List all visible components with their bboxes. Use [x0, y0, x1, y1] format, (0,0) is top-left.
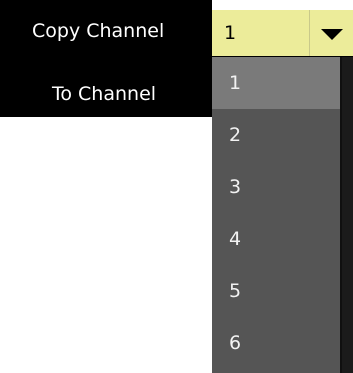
dropdown-option-6[interactable]: 6 — [212, 317, 340, 369]
copy-channel-dropdown-list[interactable]: 1 2 3 4 5 6 — [212, 57, 340, 373]
dropdown-option-3[interactable]: 3 — [212, 161, 340, 213]
triangle-down-icon[interactable] — [310, 10, 353, 56]
dropdown-option-5[interactable]: 5 — [212, 265, 340, 317]
dropdown-option-4[interactable]: 4 — [212, 213, 340, 265]
label-panel: Copy Channel To Channel — [0, 0, 212, 117]
to-channel-label: To Channel — [52, 83, 157, 105]
dropdown-option-1[interactable]: 1 — [212, 57, 340, 109]
dropdown-edge — [340, 57, 342, 373]
dropdown-option-2[interactable]: 2 — [212, 109, 340, 161]
copy-channel-selected-value[interactable]: 1 — [212, 10, 310, 56]
copy-channel-label: Copy Channel — [32, 20, 165, 42]
copy-channel-select[interactable]: 1 — [212, 10, 353, 57]
copy-channel-dialog: Copy Channel To Channel 1 1 2 3 4 5 6 — [0, 0, 353, 373]
